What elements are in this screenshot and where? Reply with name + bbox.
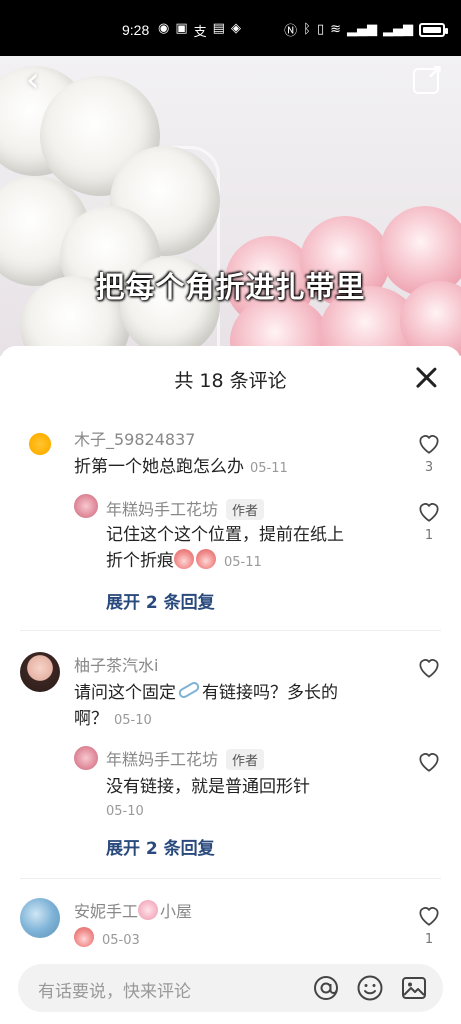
- reply-username[interactable]: 年糕妈手工花坊: [106, 500, 218, 519]
- like-count: 1: [424, 932, 434, 947]
- comment-body: 折第一个她总跑怎么办: [74, 457, 244, 477]
- avatar[interactable]: [20, 898, 60, 938]
- emoji-icon: [74, 927, 94, 947]
- emoji-icon[interactable]: [356, 974, 384, 1002]
- status-time: 9:28: [122, 22, 150, 38]
- reply-date: 05-11: [224, 555, 262, 570]
- reply-text: 没有链接，就是普通回形针: [106, 777, 310, 797]
- close-icon[interactable]: [415, 366, 437, 388]
- comment-text: 请问这个固定 有链接吗？多长的 啊？ 05-10: [74, 680, 338, 734]
- flower-emoji-icon: [138, 900, 159, 920]
- like-count: 1: [424, 528, 434, 543]
- author-badge: 作者: [226, 499, 265, 520]
- like-icon[interactable]: [416, 498, 442, 524]
- comment-count-title: 共 18 条评论: [174, 370, 287, 392]
- comment-text: 05-03: [74, 926, 140, 954]
- reply-avatar[interactable]: [74, 494, 98, 518]
- calendar-icon: ▤: [212, 21, 225, 36]
- like-count: 3: [424, 460, 434, 475]
- video-player[interactable]: ‹ 把每个角折进扎带里: [0, 56, 461, 356]
- like-icon[interactable]: [416, 902, 442, 928]
- comment-text-line1: 请问这个固定 有链接吗？多长的: [74, 680, 338, 706]
- battery-icon: [419, 22, 448, 37]
- nfc-icon: Ⓝ: [284, 24, 298, 39]
- comment-username[interactable]: 木子_59824837: [74, 426, 195, 450]
- expand-replies-button[interactable]: 展开 2 条回复: [106, 834, 215, 859]
- signal-icon-2: ▂▄▆: [383, 22, 413, 37]
- comment-date: 05-11: [250, 461, 288, 476]
- reply-text-line1: 记住这个这个位置，提前在纸上: [106, 525, 344, 545]
- reply-date: 05-10: [106, 804, 144, 819]
- status-bar: 9:28 ◉ ▣ 支 ▤ ◈ Ⓝ ᛒ ▯ ≋ ▂▄▆ ▂▄▆: [0, 0, 461, 56]
- image-icon[interactable]: [400, 974, 428, 1002]
- comment-username[interactable]: 安妮手工: [74, 902, 138, 921]
- reply-text: 记住这个这个位置，提前在纸上 折个折痕 05-11: [106, 522, 344, 576]
- shield-icon: ◈: [230, 21, 241, 36]
- signal-icon: ▂▄▆: [347, 22, 377, 37]
- comment-sheet: 共 18 条评论 木子_59824837 折第一个她总跑怎么办 05-11 3 年…: [0, 346, 461, 1024]
- paperclip-icon: [176, 680, 202, 700]
- like-icon[interactable]: [416, 430, 442, 456]
- wechat-icon: ◉: [158, 21, 170, 36]
- status-notification-icons: ◉ ▣ 支 ▤ ◈: [158, 21, 241, 40]
- reply-avatar[interactable]: [74, 746, 98, 770]
- comment-input[interactable]: 有话要说，快来评论: [18, 964, 443, 1012]
- like-icon[interactable]: [416, 748, 442, 774]
- author-badge: 作者: [226, 749, 265, 770]
- divider: [20, 630, 441, 631]
- reply-username-row: 年糕妈手工花坊 作者: [106, 496, 265, 520]
- emoji-icon: [196, 549, 216, 569]
- comment-text: 折第一个她总跑怎么办 05-11: [74, 454, 288, 482]
- reply-username[interactable]: 年糕妈手工花坊: [106, 750, 218, 769]
- divider: [20, 878, 441, 879]
- alipay-icon: 支: [193, 25, 207, 40]
- like-icon[interactable]: [416, 654, 442, 680]
- vibrate-icon: ▯: [316, 22, 325, 37]
- wifi-icon: ≋: [330, 22, 341, 37]
- app-icon: ▣: [175, 21, 188, 36]
- bluetooth-icon: ᛒ: [303, 22, 311, 37]
- video-caption: 把每个角折进扎带里: [95, 270, 366, 304]
- comment-username-row: 安妮手工 小屋: [74, 900, 193, 921]
- comment-input-placeholder: 有话要说，快来评论: [38, 982, 191, 1002]
- back-icon[interactable]: ‹: [26, 60, 40, 100]
- comment-text-line2: 啊？ 05-10: [74, 709, 152, 729]
- avatar[interactable]: [20, 424, 60, 464]
- reply-text-line2: 折个折痕 05-11: [106, 549, 262, 571]
- expand-replies-button[interactable]: 展开 2 条回复: [106, 588, 215, 613]
- status-system-icons: Ⓝ ᛒ ▯ ≋ ▂▄▆ ▂▄▆: [284, 20, 448, 39]
- reply-username-row: 年糕妈手工花坊 作者: [106, 746, 265, 770]
- avatar[interactable]: [20, 652, 60, 692]
- comment-date: 05-10: [114, 713, 152, 728]
- comment-username[interactable]: 柚子茶汽水i: [74, 652, 158, 676]
- comment-date: 05-03: [102, 933, 140, 948]
- emoji-icon: [174, 549, 194, 569]
- share-icon[interactable]: [413, 60, 443, 94]
- at-icon[interactable]: [312, 974, 340, 1002]
